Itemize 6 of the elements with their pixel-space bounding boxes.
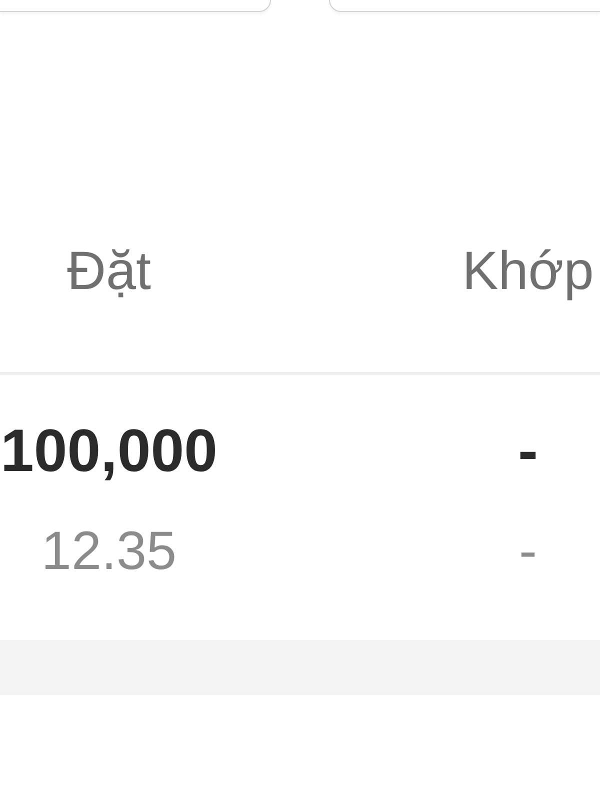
matched-volume: - — [518, 416, 538, 486]
column-header: Đặt — [66, 240, 152, 303]
placed-price: 12.35 — [41, 520, 177, 583]
column-header: Khớp — [462, 240, 594, 303]
matched-price: - — [519, 520, 537, 583]
placed-volume: 100,000 — [0, 416, 218, 486]
